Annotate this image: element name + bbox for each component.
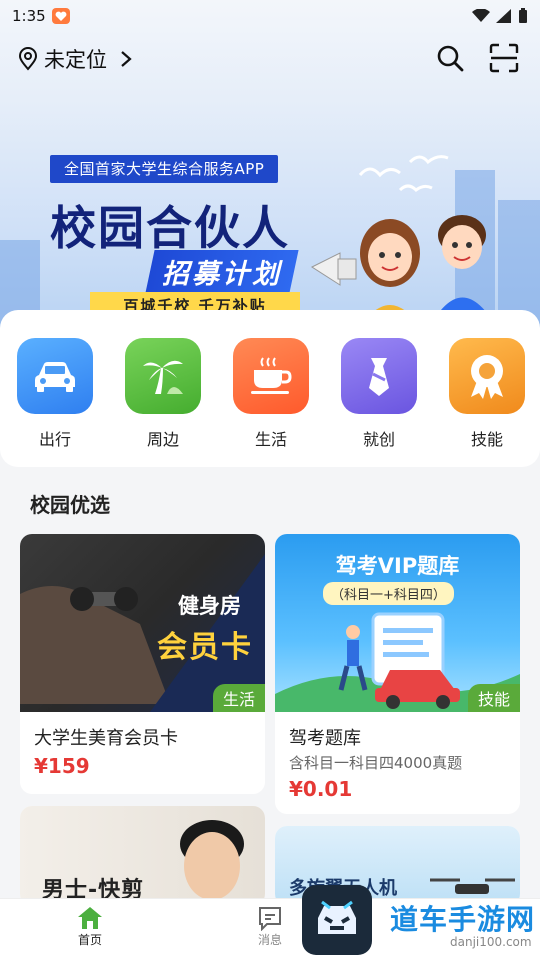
category-icon-bg	[449, 338, 525, 414]
status-bar: 1:35	[0, 0, 540, 32]
category-icon-bg	[233, 338, 309, 414]
signal-icon	[496, 9, 511, 23]
category-label: 生活	[254, 430, 287, 449]
watermark-text: 道车手游网	[390, 903, 536, 936]
category-icon-bg	[125, 338, 201, 414]
banner-subtitle: 招募计划	[145, 250, 299, 293]
product-description: 含科目一科目四4000真题	[289, 754, 463, 772]
car-icon	[35, 362, 75, 392]
coffee-cup-icon	[251, 357, 292, 394]
category-travel[interactable]: 出行	[16, 338, 94, 467]
watermark-app-logo	[302, 885, 372, 955]
gym-image-line2: 会员卡	[157, 630, 253, 665]
section-title: 校园优选	[30, 493, 110, 517]
product-card-gym[interactable]: 健身房 会员卡 生活 大学生美育会员卡 ¥159	[20, 534, 265, 794]
product-image: 男士-快剪	[20, 806, 265, 906]
health-app-icon	[51, 8, 70, 24]
nav-home[interactable]: 首页	[55, 905, 125, 948]
product-card-driving[interactable]: 驾考VIP题库 （科目一+科目四） 技能 驾考题库 含科目一科目四4000真题 …	[275, 534, 520, 814]
product-image: 健身房 会员卡 生活	[20, 534, 265, 712]
header-actions	[434, 40, 520, 76]
category-icon-bg	[17, 338, 93, 414]
product-tag: 生活	[212, 684, 265, 712]
status-right	[472, 8, 528, 24]
gym-image-line1: 健身房	[178, 594, 241, 618]
scan-button[interactable]	[488, 40, 520, 76]
category-label: 周边	[146, 430, 179, 449]
category-label: 技能	[470, 430, 503, 449]
location-pin-icon	[18, 47, 38, 71]
category-card: 出行 周边 生活 就创 技能	[0, 310, 540, 467]
location-label: 未定位	[44, 48, 107, 72]
scan-icon	[489, 43, 519, 73]
nav-messages[interactable]: 消息	[235, 905, 305, 948]
product-tag: 技能	[467, 684, 520, 712]
banner-tag: 全国首家大学生综合服务APP	[50, 155, 279, 183]
nav-home-label: 首页	[77, 933, 102, 947]
wifi-icon	[472, 9, 490, 22]
necktie-icon	[369, 358, 389, 396]
category-nearby[interactable]: 周边	[124, 338, 202, 467]
birds-decoration	[358, 155, 449, 192]
car-face-icon	[318, 900, 356, 934]
driving-image-line2: （科目一+科目四）	[323, 582, 454, 605]
category-label: 出行	[38, 430, 71, 449]
search-button[interactable]	[434, 40, 466, 76]
product-image: 驾考VIP题库 （科目一+科目四） 技能	[275, 534, 520, 712]
product-title: 驾考题库	[289, 728, 361, 749]
category-life[interactable]: 生活	[232, 338, 310, 467]
search-icon	[437, 45, 464, 72]
man-portrait-illustration	[180, 820, 244, 900]
home-icon	[78, 907, 102, 929]
message-icon	[259, 907, 281, 931]
location-selector[interactable]: 未定位	[18, 40, 133, 78]
nav-messages-label: 消息	[257, 933, 282, 947]
medal-icon	[471, 355, 503, 399]
category-skills[interactable]: 技能	[448, 338, 526, 467]
category-career[interactable]: 就创	[340, 338, 418, 467]
banner-title: 校园合伙人	[50, 201, 290, 255]
status-time: 1:35	[12, 7, 46, 25]
product-title: 大学生美育会员卡	[34, 728, 178, 749]
chevron-right-icon	[121, 51, 132, 67]
palm-tree-icon	[143, 360, 183, 394]
watermark-url: danji100.com	[450, 935, 532, 949]
category-label: 就创	[362, 430, 395, 449]
category-icon-bg	[341, 338, 417, 414]
product-price: ¥159	[34, 754, 90, 778]
product-card-haircut[interactable]: 男士-快剪	[20, 806, 265, 906]
product-price: ¥0.01	[289, 777, 353, 801]
battery-icon	[519, 8, 527, 23]
driving-image-line1: 驾考VIP题库	[335, 554, 460, 578]
